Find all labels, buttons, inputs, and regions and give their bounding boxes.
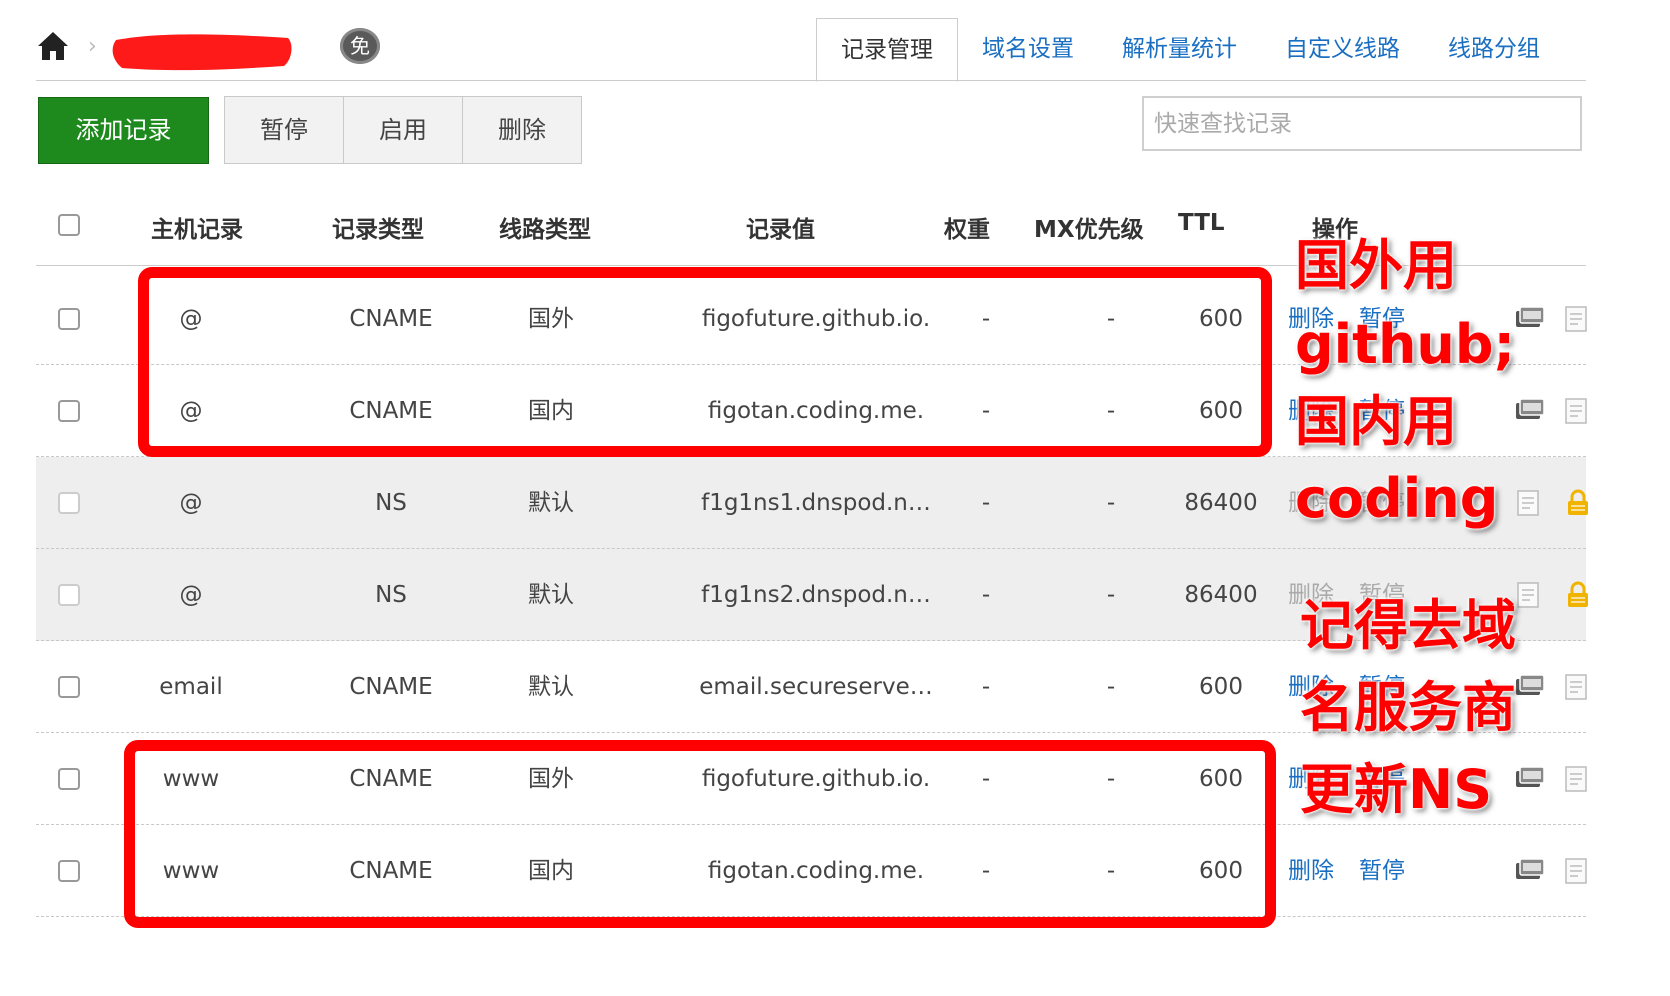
cell-line: 默认 <box>528 582 574 608</box>
cell-line: 默认 <box>528 490 574 516</box>
annotation-ns-line-3: 更新NS <box>1300 758 1493 821</box>
annotation-line-3: 国内用 <box>1295 390 1457 453</box>
cell-host: @ <box>179 582 203 608</box>
enable-button[interactable]: 启用 <box>344 97 463 163</box>
lock-icon <box>1568 489 1588 515</box>
row-delete-link[interactable]: 删除 <box>1288 825 1334 917</box>
cell-mx: - <box>1106 582 1116 608</box>
home-icon[interactable] <box>36 30 70 62</box>
column-header-line: 线路类型 <box>499 217 591 243</box>
tab-line-groups[interactable]: 线路分组 <box>1424 18 1564 80</box>
breadcrumb-separator: › <box>88 34 97 59</box>
note-icon[interactable] <box>1562 857 1594 885</box>
annotation-line-4: coding <box>1295 467 1499 530</box>
cell-host: email <box>159 674 223 700</box>
remark-icon[interactable] <box>1514 857 1546 885</box>
delete-button[interactable]: 删除 <box>463 97 581 163</box>
select-all-checkbox[interactable] <box>58 214 80 236</box>
column-header-weight: 权重 <box>944 217 990 243</box>
cell-ttl: 86400 <box>1184 582 1258 608</box>
row-checkbox <box>58 492 80 514</box>
cell-value: f1g1ns1.dnspod.n… <box>701 490 931 516</box>
bulk-action-group: 暂停 启用 删除 <box>224 96 582 164</box>
remark-icon[interactable] <box>1514 765 1546 793</box>
tab-domain-settings[interactable]: 域名设置 <box>958 18 1098 80</box>
annotation-ns-line-1: 记得去域 <box>1300 594 1516 657</box>
search-input[interactable] <box>1142 96 1582 151</box>
cell-mx: - <box>1106 490 1116 516</box>
row-checkbox[interactable] <box>58 676 80 698</box>
note-icon[interactable] <box>1562 673 1594 701</box>
column-header-type: 记录类型 <box>332 217 424 243</box>
cell-host: @ <box>179 490 203 516</box>
remark-icon[interactable] <box>1514 397 1546 425</box>
cell-type: CNAME <box>349 674 433 700</box>
cell-type: NS <box>375 582 407 608</box>
highlight-box-root-records <box>138 267 1272 457</box>
cell-ttl: 600 <box>1199 674 1243 700</box>
cell-weight: - <box>981 490 991 516</box>
row-checkbox[interactable] <box>58 400 80 422</box>
free-plan-badge: 免 <box>340 28 380 64</box>
lock-icon <box>1568 581 1588 607</box>
tab-bar: 记录管理 域名设置 解析量统计 自定义线路 线路分组 <box>816 18 1564 82</box>
remark-icon[interactable] <box>1514 305 1546 333</box>
column-header-mx: MX优先级 <box>1034 217 1144 243</box>
tab-custom-lines[interactable]: 自定义线路 <box>1261 18 1424 80</box>
add-record-button[interactable]: 添加记录 <box>38 97 209 164</box>
tab-resolution-stats[interactable]: 解析量统计 <box>1098 18 1261 80</box>
annotation-line-1: 国外用 <box>1295 234 1457 297</box>
column-header-host: 主机记录 <box>151 217 243 243</box>
note-icon[interactable] <box>1562 305 1594 333</box>
row-checkbox[interactable] <box>58 768 80 790</box>
highlight-box-www-records <box>124 740 1276 928</box>
remark-icon[interactable] <box>1514 673 1546 701</box>
cell-weight: - <box>981 582 991 608</box>
row-checkbox[interactable] <box>58 860 80 882</box>
pause-button[interactable]: 暂停 <box>225 97 344 163</box>
cell-value: f1g1ns2.dnspod.n… <box>701 582 931 608</box>
column-header-value: 记录值 <box>746 217 815 243</box>
annotation-line-2: github; <box>1295 313 1516 376</box>
note-icon[interactable] <box>1562 397 1594 425</box>
cell-mx: - <box>1106 674 1116 700</box>
note-icon[interactable] <box>1514 581 1546 609</box>
row-checkbox <box>58 584 80 606</box>
note-icon[interactable] <box>1514 489 1546 517</box>
redacted-domain <box>112 34 292 71</box>
cell-ttl: 86400 <box>1184 490 1258 516</box>
cell-line: 默认 <box>528 674 574 700</box>
row-checkbox[interactable] <box>58 308 80 330</box>
tab-record-management[interactable]: 记录管理 <box>816 18 958 82</box>
column-header-ttl: TTL <box>1178 210 1225 236</box>
header-divider <box>36 80 1586 81</box>
cell-weight: - <box>981 674 991 700</box>
annotation-ns-line-2: 名服务商 <box>1300 676 1516 739</box>
note-icon[interactable] <box>1562 765 1594 793</box>
cell-type: NS <box>375 490 407 516</box>
cell-value: email.secureserve… <box>699 674 933 700</box>
row-pause-link[interactable]: 暂停 <box>1359 825 1405 917</box>
